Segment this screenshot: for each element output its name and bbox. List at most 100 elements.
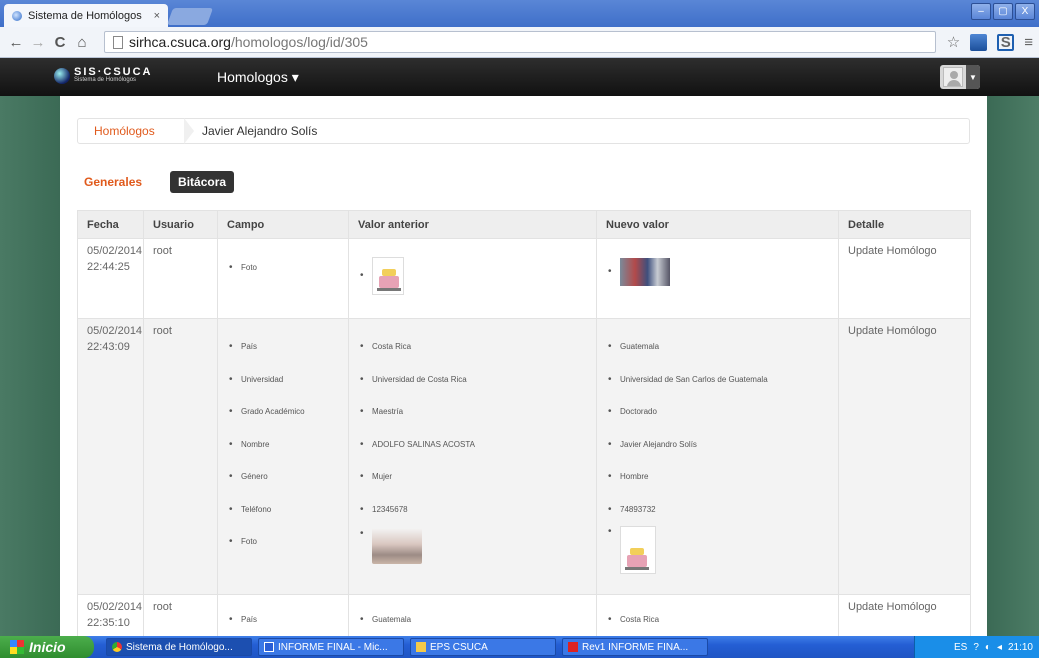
field-item: País xyxy=(227,341,339,374)
new-value-item: Javier Alejandro Solís xyxy=(606,439,829,472)
crowd-photo-thumbnail[interactable] xyxy=(620,258,670,286)
windows-taskbar: Inicio Sistema de Homólogo... INFORME FI… xyxy=(0,636,1039,658)
header-nuevo-valor: Nuevo valor xyxy=(596,210,839,239)
header-campo: Campo xyxy=(217,210,349,239)
field-item: Foto xyxy=(227,536,339,569)
taskbar-item-folder[interactable]: EPS CSUCA xyxy=(410,638,556,656)
table-row: 05/02/2014 22:44:25 root Foto Update Hom… xyxy=(77,238,971,319)
window-controls: – ▢ X xyxy=(971,3,1035,20)
new-photo-item xyxy=(606,258,829,286)
cake-photo-thumbnail[interactable] xyxy=(620,526,656,574)
breadcrumb-separator xyxy=(184,118,194,144)
field-item: Nombre xyxy=(227,439,339,472)
tab-title: Sistema de Homólogos xyxy=(28,9,142,22)
old-value-item: Mujer xyxy=(358,471,587,504)
homologos-menu[interactable]: Homologos ▾ xyxy=(217,69,299,86)
header-fecha: Fecha xyxy=(77,210,144,239)
taskbar-item-label: Rev1 INFORME FINA... xyxy=(582,641,689,653)
site-navbar: SIS·CSUCA Sistema de Homólogos Homologos… xyxy=(0,58,1039,96)
tab-bitacora[interactable]: Bitácora xyxy=(170,171,235,193)
language-indicator[interactable]: ES xyxy=(954,642,967,653)
back-button[interactable]: ← xyxy=(6,34,26,51)
field-cell: País Universidad Grado Académico Nombre … xyxy=(217,318,349,595)
table-row: 05/02/2014 22:35:10 root País Guatemala … xyxy=(77,594,971,636)
field-item: Universidad xyxy=(227,374,339,407)
maximize-button[interactable]: ▢ xyxy=(993,3,1013,20)
avatar-icon xyxy=(943,67,963,87)
user-menu-button[interactable]: ▼ xyxy=(940,65,980,89)
taskbar-item-label: INFORME FINAL - Mic... xyxy=(278,641,388,653)
old-value-cell: Guatemala xyxy=(348,594,597,636)
network-icon[interactable]: ◐ xyxy=(985,642,991,653)
help-icon[interactable]: ? xyxy=(973,642,979,653)
minimize-button[interactable]: – xyxy=(971,3,991,20)
browser-toolbar: ← → C ⌂ sirhca.csuca.org/homologos/log/i… xyxy=(0,27,1039,58)
start-label: Inicio xyxy=(29,639,66,655)
old-value-item: Guatemala xyxy=(358,614,587,626)
globe-logo-icon xyxy=(54,67,70,84)
start-button[interactable]: Inicio xyxy=(0,636,94,658)
forward-button[interactable]: → xyxy=(28,34,48,51)
windows-logo-icon xyxy=(10,640,24,654)
taskbar-item-pdf[interactable]: Rev1 INFORME FINA... xyxy=(562,638,708,656)
new-value-item: Universidad de San Carlos de Guatemala xyxy=(606,374,829,407)
log-time: 22:44:25 xyxy=(87,261,130,273)
breadcrumb-homologos-link[interactable]: Homólogos xyxy=(78,124,184,138)
breadcrumb-current: Javier Alejandro Solís xyxy=(202,124,318,138)
taskbar-item-chrome[interactable]: Sistema de Homólogo... xyxy=(106,638,252,656)
new-value-item: Guatemala xyxy=(606,341,829,374)
reload-button[interactable]: C xyxy=(50,34,70,51)
brand-subtitle: Sistema de Homólogos xyxy=(74,77,137,83)
log-date: 05/02/2014 xyxy=(87,601,143,613)
old-value-item: Universidad de Costa Rica xyxy=(358,374,587,407)
table-header-row: Fecha Usuario Campo Valor anterior Nuevo… xyxy=(77,210,971,239)
taskbar-item-word[interactable]: INFORME FINAL - Mic... xyxy=(258,638,404,656)
old-value-item: Costa Rica xyxy=(358,341,587,374)
breadcrumb: Homólogos Javier Alejandro Solís xyxy=(77,118,970,144)
field-item: Grado Académico xyxy=(227,406,339,439)
system-tray: ES ? ◐ ◂ 21:10 xyxy=(914,636,1039,658)
field-cell: País xyxy=(217,594,349,636)
new-value-item: Hombre xyxy=(606,471,829,504)
detail-cell: Update Homólogo xyxy=(838,594,971,636)
new-tab-button[interactable] xyxy=(166,8,214,25)
old-photo-item xyxy=(358,257,587,295)
log-date: 05/02/2014 xyxy=(87,325,143,337)
tab-close-icon[interactable]: × xyxy=(154,10,160,22)
section-tabs: Generales Bitácora xyxy=(77,171,235,193)
house-photo-thumbnail[interactable] xyxy=(372,528,422,564)
chrome-icon xyxy=(112,642,122,652)
chrome-menu-icon[interactable]: ≡ xyxy=(1024,34,1033,51)
date-cell: 05/02/2014 22:35:10 xyxy=(77,594,144,636)
field-item: Teléfono xyxy=(227,504,339,537)
tab-generales[interactable]: Generales xyxy=(84,175,142,189)
user-cell: root xyxy=(143,238,218,319)
bookmark-star-icon[interactable]: ☆ xyxy=(947,33,960,51)
background-right xyxy=(987,96,1039,636)
new-value-cell: Costa Rica xyxy=(596,594,839,636)
field-item: Género xyxy=(227,471,339,504)
address-bar[interactable]: sirhca.csuca.org/homologos/log/id/305 xyxy=(104,31,936,53)
word-document-icon xyxy=(264,642,274,652)
close-window-button[interactable]: X xyxy=(1015,3,1035,20)
new-photo-item xyxy=(606,526,829,578)
field-cell: Foto xyxy=(217,238,349,319)
browser-tab-bar: Sistema de Homólogos × – ▢ X xyxy=(0,0,1039,27)
brand-name: SIS·CSUCA xyxy=(74,66,153,78)
extension-icon[interactable] xyxy=(970,33,988,51)
cake-photo-thumbnail[interactable] xyxy=(372,257,404,295)
header-usuario: Usuario xyxy=(143,210,218,239)
site-favicon-icon xyxy=(12,10,22,21)
url-path: /homologos/log/id/305 xyxy=(230,34,368,50)
date-cell: 05/02/2014 22:43:09 xyxy=(77,318,144,595)
field-item: País xyxy=(227,614,339,626)
site-logo[interactable]: SIS·CSUCA Sistema de Homólogos xyxy=(54,67,153,84)
clock[interactable]: 21:10 xyxy=(1008,642,1033,653)
page-icon xyxy=(113,35,123,49)
browser-tab[interactable]: Sistema de Homólogos × xyxy=(4,4,168,27)
extension-s-icon[interactable]: S xyxy=(997,33,1015,51)
home-button[interactable]: ⌂ xyxy=(72,34,92,51)
new-value-cell: Guatemala Universidad de San Carlos de G… xyxy=(596,318,839,595)
user-cell: root xyxy=(143,594,218,636)
volume-icon[interactable]: ◂ xyxy=(997,642,1002,653)
